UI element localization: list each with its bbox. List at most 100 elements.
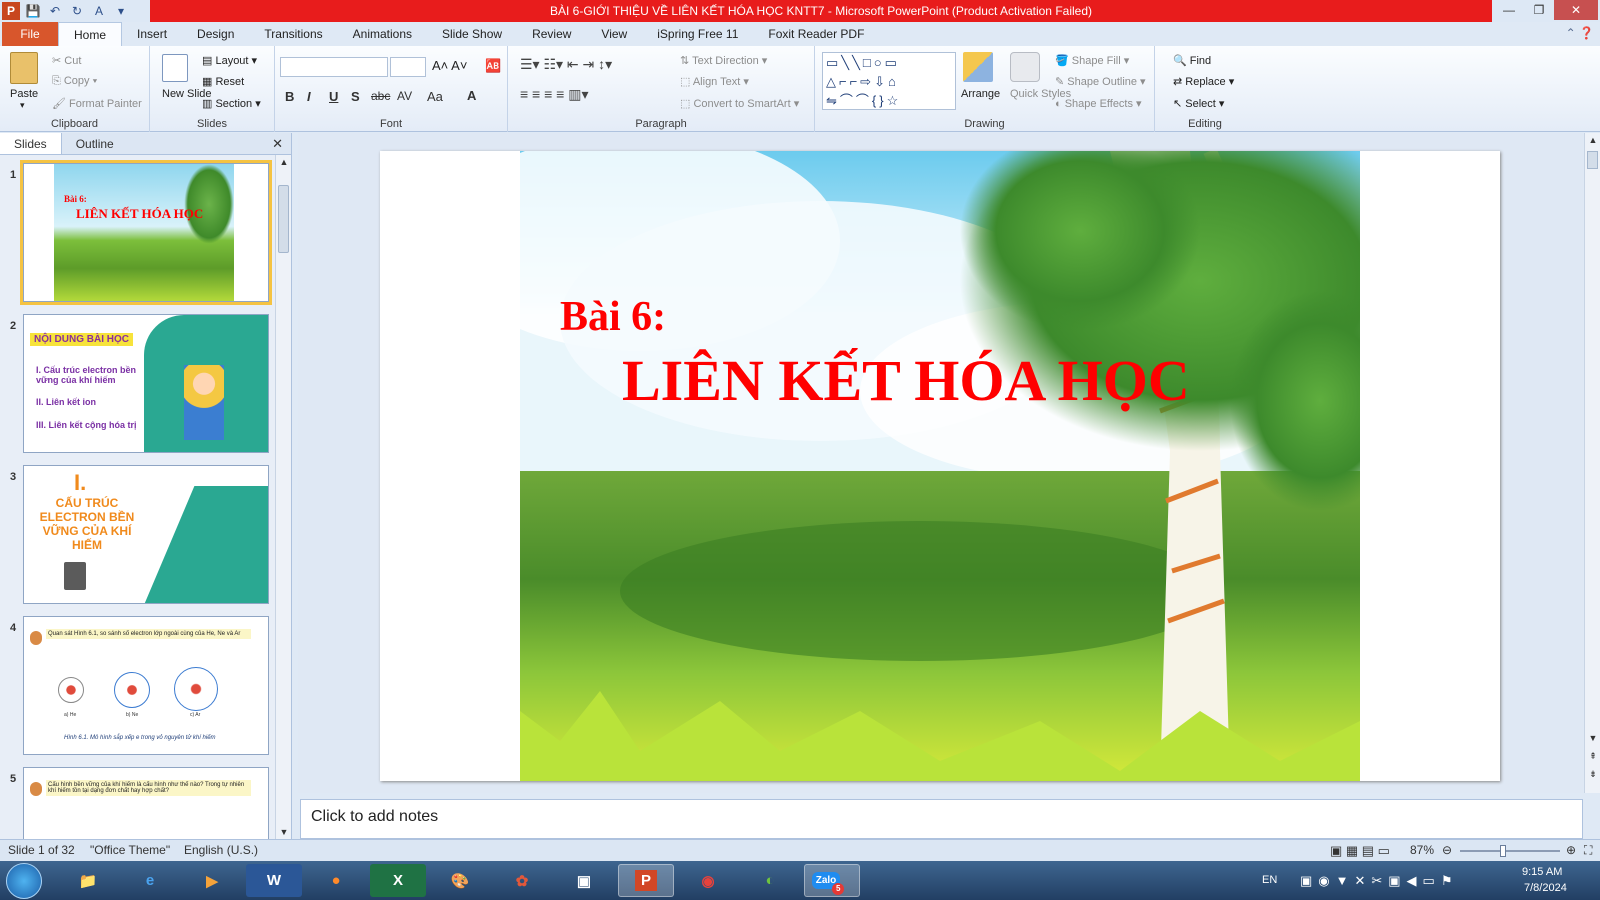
undo-icon[interactable]: ↶ bbox=[46, 2, 64, 20]
reset-button[interactable]: ▦ Reset bbox=[202, 75, 244, 88]
font-color-icon[interactable]: A bbox=[90, 2, 108, 20]
scroll-down-icon[interactable]: ▼ bbox=[276, 827, 292, 837]
tab-ispring[interactable]: iSpring Free 11 bbox=[642, 22, 753, 46]
internet-explorer-icon[interactable]: e bbox=[122, 864, 178, 897]
coccoc-icon[interactable]: ◐ bbox=[742, 864, 798, 897]
font-size-combo[interactable] bbox=[390, 57, 426, 77]
shadow-button[interactable]: S bbox=[351, 89, 360, 104]
unikey-icon[interactable]: ▣ bbox=[556, 864, 612, 897]
pane-close-icon[interactable]: ✕ bbox=[272, 136, 283, 152]
system-tray-icons[interactable]: ▣◉▼✕✂▣◀▭⚑ bbox=[1300, 861, 1459, 900]
char-spacing-button[interactable]: AV bbox=[397, 89, 412, 103]
tab-insert[interactable]: Insert bbox=[122, 22, 182, 46]
shape-effects-button[interactable]: ◐ Shape Effects ▾ bbox=[1055, 97, 1142, 110]
start-button[interactable] bbox=[6, 863, 42, 899]
scroll-thumb[interactable] bbox=[278, 185, 289, 253]
notes-pane[interactable]: Click to add notes bbox=[300, 799, 1583, 839]
tab-home[interactable]: Home bbox=[58, 22, 123, 46]
tab-review[interactable]: Review bbox=[517, 22, 586, 46]
new-slide-icon[interactable] bbox=[162, 54, 188, 82]
file-explorer-icon[interactable]: 📁 bbox=[60, 864, 116, 897]
shape-outline-button[interactable]: ✎ Shape Outline ▾ bbox=[1055, 75, 1146, 88]
previous-slide-icon[interactable]: ⇞ bbox=[1585, 751, 1600, 762]
bold-button[interactable]: B bbox=[285, 89, 294, 104]
powerpoint-app-icon[interactable]: P bbox=[2, 2, 20, 20]
slide-title-line2[interactable]: LIÊN KẾT HÓA HỌC bbox=[622, 347, 1190, 414]
tab-transitions[interactable]: Transitions bbox=[249, 22, 337, 46]
copy-button[interactable]: ⎘ Copy ▾ bbox=[52, 75, 97, 88]
strikethrough-button[interactable]: abc bbox=[371, 89, 390, 103]
tab-design[interactable]: Design bbox=[182, 22, 249, 46]
language-indicator[interactable]: English (U.S.) bbox=[184, 843, 258, 857]
shapes-gallery[interactable]: ▭╲╲□○▭ △⌐⌐⇨⇩⌂ ⇋⌒⌒{}☆ bbox=[822, 52, 956, 110]
font-color-button[interactable]: A bbox=[467, 88, 476, 103]
align-text-button[interactable]: ⬚ Align Text ▾ bbox=[680, 75, 749, 88]
tab-slides-pane[interactable]: Slides bbox=[0, 133, 62, 154]
quick-styles-icon[interactable] bbox=[1010, 52, 1040, 82]
tab-animations[interactable]: Animations bbox=[338, 22, 427, 46]
arrange-button[interactable]: Arrange bbox=[961, 88, 1000, 100]
slide-title-line1[interactable]: Bài 6: bbox=[560, 293, 666, 341]
theme-name[interactable]: "Office Theme" bbox=[90, 843, 170, 857]
next-slide-icon[interactable]: ⇟ bbox=[1585, 769, 1600, 780]
clock-time[interactable]: 9:15 AM bbox=[1522, 865, 1562, 879]
convert-smartart-button[interactable]: ⬚ Convert to SmartArt ▾ bbox=[680, 97, 799, 110]
tab-foxit[interactable]: Foxit Reader PDF bbox=[753, 22, 879, 46]
paste-button[interactable]: Paste bbox=[10, 88, 38, 100]
customize-qat-icon[interactable]: ▾ bbox=[112, 2, 130, 20]
paste-icon[interactable] bbox=[10, 52, 38, 84]
excel-icon[interactable]: X bbox=[370, 864, 426, 897]
save-icon[interactable]: 💾 bbox=[24, 2, 42, 20]
powerpoint-taskbar-icon[interactable]: P bbox=[618, 864, 674, 897]
minimize-button[interactable]: — bbox=[1494, 0, 1524, 20]
clock-date[interactable]: 7/8/2024 bbox=[1524, 881, 1567, 895]
tab-view[interactable]: View bbox=[586, 22, 642, 46]
current-slide[interactable]: Bài 6: LIÊN KẾT HÓA HỌC bbox=[380, 151, 1500, 781]
font-name-combo[interactable] bbox=[280, 57, 388, 77]
word-icon[interactable]: W bbox=[246, 864, 302, 897]
firefox-icon[interactable]: ● bbox=[308, 864, 364, 897]
format-painter-button[interactable]: 🖌 Format Painter bbox=[52, 97, 142, 110]
zoom-in-icon[interactable]: ⊕ bbox=[1566, 843, 1576, 857]
tab-outline-pane[interactable]: Outline bbox=[62, 133, 128, 154]
arrange-icon[interactable] bbox=[963, 52, 993, 82]
redo-icon[interactable]: ↻ bbox=[68, 2, 86, 20]
fit-slide-icon[interactable]: ⛶ bbox=[1584, 843, 1592, 858]
change-case-button[interactable]: Aa bbox=[427, 89, 443, 104]
slide-thumbnail-5[interactable]: Cấu hình bền vững của khí hiếm là cấu hì… bbox=[23, 767, 269, 839]
paint-icon[interactable]: 🎨 bbox=[432, 864, 488, 897]
clear-formatting-icon[interactable]: 🆎 bbox=[485, 58, 501, 74]
select-button[interactable]: ↖ Select ▾ bbox=[1173, 97, 1224, 110]
help-icon[interactable]: ⌃ ❓ bbox=[1566, 26, 1594, 40]
italic-button[interactable]: I bbox=[307, 89, 311, 104]
zalo-icon[interactable]: Zalo 5 bbox=[804, 864, 860, 897]
tab-slide-show[interactable]: Slide Show bbox=[427, 22, 517, 46]
tab-file[interactable]: File bbox=[2, 22, 58, 46]
scroll-up-icon[interactable]: ▲ bbox=[276, 157, 292, 167]
pane-scrollbar[interactable]: ▲ ▼ bbox=[275, 155, 291, 839]
slide-thumbnail-2[interactable]: NỘI DUNG BÀI HỌC I. Cấu trúc electron bề… bbox=[23, 314, 269, 453]
text-direction-button[interactable]: ⇅ Text Direction ▾ bbox=[680, 54, 767, 67]
cut-button[interactable]: ✂ Cut bbox=[52, 54, 81, 67]
zoom-slider[interactable] bbox=[1460, 845, 1560, 857]
input-language[interactable]: EN bbox=[1262, 861, 1277, 900]
zoom-out-icon[interactable]: ⊖ bbox=[1442, 843, 1452, 857]
chrome-icon[interactable]: ◉ bbox=[680, 864, 736, 897]
scroll-up-icon[interactable]: ▲ bbox=[1585, 135, 1600, 145]
layout-button[interactable]: ▤ Layout ▾ bbox=[202, 54, 257, 67]
underline-button[interactable]: U bbox=[329, 89, 338, 104]
scroll-down-icon[interactable]: ▼ bbox=[1585, 733, 1600, 743]
paste-dropdown-icon[interactable]: ▾ bbox=[20, 100, 25, 111]
replace-button[interactable]: ⇄ Replace ▾ bbox=[1173, 75, 1234, 88]
close-button[interactable]: ✕ bbox=[1554, 0, 1598, 20]
scroll-thumb[interactable] bbox=[1587, 151, 1598, 169]
section-button[interactable]: ▥ Section ▾ bbox=[202, 97, 261, 110]
maximize-button[interactable]: ❐ bbox=[1524, 0, 1554, 20]
slide-thumbnail-3[interactable]: I. CẤU TRÚC ELECTRON BỀN VỮNG CỦA KHÍ HI… bbox=[23, 465, 269, 604]
grow-font-icon[interactable]: A˄ A˅ bbox=[432, 58, 467, 73]
media-player-icon[interactable]: ▶ bbox=[184, 864, 240, 897]
shape-fill-button[interactable]: 🪣 Shape Fill ▾ bbox=[1055, 54, 1129, 67]
slide-scrollbar[interactable]: ▲ ▼ ⇞ ⇟ bbox=[1584, 133, 1600, 793]
zoom-level[interactable]: 87% bbox=[1410, 843, 1434, 857]
bullets-icon[interactable]: ☰▾ ☷▾ ⇤ ⇥ ↕▾ bbox=[520, 56, 612, 73]
